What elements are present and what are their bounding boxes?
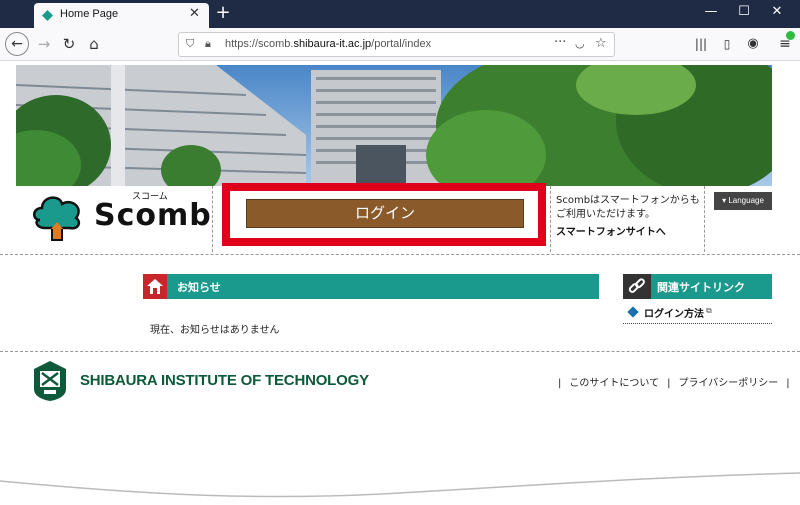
lock-icon[interactable]: 🔒︎ [205,37,211,51]
news-empty-message: 現在、お知らせはありません [150,325,280,336]
about-site-link[interactable]: このサイトについて [569,378,659,389]
minimize-button[interactable]: — [696,4,726,19]
footer-links: | このサイトについて | プライバシーポリシー | [554,374,794,389]
back-button[interactable]: ← [5,32,29,56]
url-bar[interactable]: ⛉ 🔒︎ https://scomb.shibaura-it.ac.jp/por… [178,32,615,57]
login-method-link[interactable]: ログイン方法 [644,305,704,320]
home-icon [143,274,167,299]
related-links-title: 関連サイトリンク [657,281,745,294]
pocket-icon[interactable]: ◡ [575,37,585,50]
privacy-policy-link[interactable]: プライバシーポリシー [678,378,778,389]
bookmark-star-icon[interactable]: ☆ [595,36,607,51]
news-title: お知らせ [177,281,221,294]
chain-link-icon [623,274,651,299]
smartphone-notice: Scombはスマートフォンからもご利用いただけます。 スマートフォンサイトへ [550,186,705,252]
page-actions-icon[interactable]: ··· [554,35,566,50]
separator: | [786,378,790,389]
language-button[interactable]: ▾ Language [714,192,772,210]
smartphone-site-link[interactable]: スマートフォンサイトへ [556,223,666,238]
divider [0,254,800,255]
diamond-bullet-icon [627,306,639,318]
url-text: https://scomb.shibaura-it.ac.jp/portal/i… [225,38,432,50]
shield-icon[interactable]: ⛉ [186,37,194,51]
news-header: お知らせ [143,274,599,299]
divider [623,323,772,324]
login-button[interactable]: ログイン [246,199,524,228]
related-links-header: 関連サイトリンク [623,274,772,299]
smartphone-text: Scombはスマートフォンからもご利用いただけます。 [556,195,700,220]
update-badge-icon [786,31,795,40]
external-link-icon: ⧉ [706,306,712,315]
new-tab-button[interactable]: + [214,2,232,23]
site-favicon-icon [42,10,53,21]
scomb-logo[interactable]: スコーム Scomb [16,186,213,252]
sit-emblem-icon [34,361,66,401]
browser-navbar: ← → ↻ ⌂ ⛉ 🔒︎ https://scomb.shibaura-it.a… [0,28,800,61]
sidebar-icon[interactable]: ▯ [716,33,738,55]
institute-name: SHIBAURA INSTITUTE OF TECHNOLOGY [80,372,369,389]
separator: | [558,378,562,389]
campus-hero-image [16,65,772,186]
scomb-tree-logo-icon [33,196,81,241]
page-edge-decoration [0,472,800,505]
account-icon[interactable]: ◉ [742,33,764,55]
tab-title: Home Page [60,8,119,20]
divider [0,351,800,352]
close-window-button[interactable]: ✕ [762,4,792,19]
home-icon[interactable]: ⌂ [83,33,105,55]
tab-home-page[interactable]: Home Page ✕ [34,3,209,28]
reload-icon[interactable]: ↻ [58,33,80,55]
tab-close-icon[interactable]: ✕ [189,6,200,21]
separator: | [667,378,671,389]
logo-text: Scomb [94,198,212,233]
maximize-button[interactable]: ☐ [729,4,759,19]
login-highlight-frame: ログイン [222,183,546,246]
browser-titlebar: Home Page ✕ + — ☐ ✕ [0,0,800,28]
page-content: スコーム Scomb ログイン Scombはスマートフォンからもご利用いただけま… [0,62,800,505]
library-icon[interactable]: ||| [690,33,712,55]
forward-button[interactable]: → [33,33,55,55]
